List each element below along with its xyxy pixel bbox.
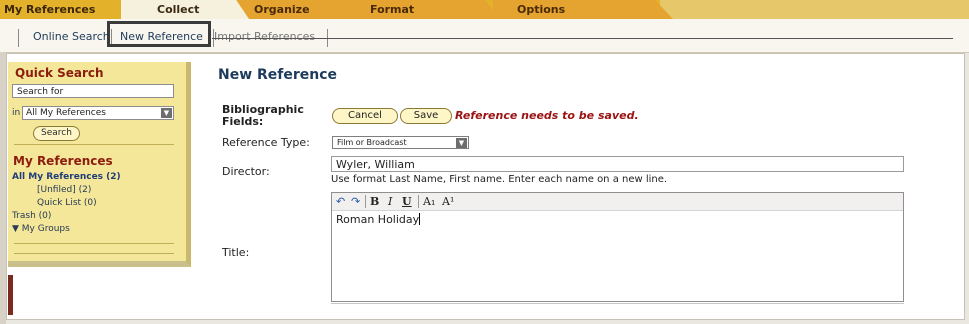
reference-type-value: Film or Broadcast — [337, 138, 407, 147]
scope-selected-value: All My References — [26, 108, 106, 118]
superscript-button[interactable]: A¹ — [442, 194, 454, 209]
reference-type-select[interactable]: Film or Broadcast ▼ — [332, 136, 469, 149]
toolbar-separator — [365, 195, 366, 208]
toolbar-separator — [418, 195, 419, 208]
subnav-rule — [328, 38, 953, 39]
title-label: Title: — [222, 246, 250, 259]
sidebar-item-trash[interactable]: Trash (0) — [12, 211, 51, 221]
title-text[interactable]: Roman Holiday — [336, 213, 421, 226]
tab-format[interactable]: Format — [348, 0, 500, 19]
tab-options[interactable]: Options — [493, 0, 673, 19]
tab-organize[interactable]: Organize — [230, 0, 360, 19]
cancel-button[interactable]: Cancel — [332, 108, 398, 124]
strike-line — [212, 38, 328, 39]
subnav-separator — [18, 29, 19, 47]
italic-button[interactable]: I — [388, 194, 392, 209]
quick-search-input[interactable]: Search for — [12, 84, 174, 98]
sidebar-item-all-my-references[interactable]: All My References (2) — [12, 172, 121, 182]
tab-collect[interactable]: Collect — [121, 0, 249, 19]
fields-label: Fields: — [222, 115, 264, 128]
dropdown-arrow-icon: ▼ — [161, 108, 172, 118]
unsaved-warning: Reference needs to be saved. — [455, 109, 639, 122]
sidebar-item-my-groups[interactable]: ▼ My Groups — [12, 224, 70, 234]
subnav-import-references[interactable]: Import References — [214, 19, 315, 52]
subnav-online-search[interactable]: Online Search — [33, 19, 110, 52]
director-label: Director: — [222, 165, 270, 178]
underline-button[interactable]: U — [402, 194, 412, 209]
sidebar-divider — [14, 253, 174, 254]
title-value: Roman Holiday — [336, 213, 420, 226]
subscript-button[interactable]: A₁ — [423, 194, 435, 209]
tab-my-references[interactable]: My References — [0, 0, 120, 19]
reference-type-label: Reference Type: — [222, 136, 310, 149]
director-field[interactable]: Wyler, William — [331, 156, 904, 172]
editor-bottom-rule — [331, 303, 904, 304]
tab-bar-fill — [660, 0, 969, 19]
text-caret — [419, 213, 421, 225]
highlight-box — [107, 21, 211, 47]
editor-toolbar: ↶ ↷ B I U A₁ A¹ — [332, 193, 903, 211]
director-hint: Use format Last Name, First name. Enter … — [331, 174, 668, 185]
dropdown-arrow-icon: ▼ — [456, 138, 467, 148]
sidebar-divider — [14, 243, 174, 244]
left-accent-bar — [8, 275, 13, 315]
bold-button[interactable]: B — [370, 194, 379, 209]
title-editor[interactable]: ↶ ↷ B I U A₁ A¹ Roman Holiday — [331, 192, 904, 302]
scope-select[interactable]: All My References ▼ — [22, 106, 174, 120]
sidebar-item-unfiled[interactable]: [Unfiled] (2) — [37, 185, 91, 195]
page-title: New Reference — [218, 67, 338, 83]
sidebar-item-quick-list[interactable]: Quick List (0) — [37, 198, 97, 208]
quick-search-button[interactable]: Search — [33, 126, 80, 141]
in-label: in — [12, 108, 21, 118]
redo-icon[interactable]: ↷ — [351, 194, 360, 209]
save-button[interactable]: Save — [400, 108, 452, 124]
quick-search-title: Quick Search — [15, 66, 104, 80]
sidebar-divider — [14, 144, 174, 145]
my-references-title: My References — [13, 154, 113, 168]
undo-icon[interactable]: ↶ — [336, 194, 345, 209]
